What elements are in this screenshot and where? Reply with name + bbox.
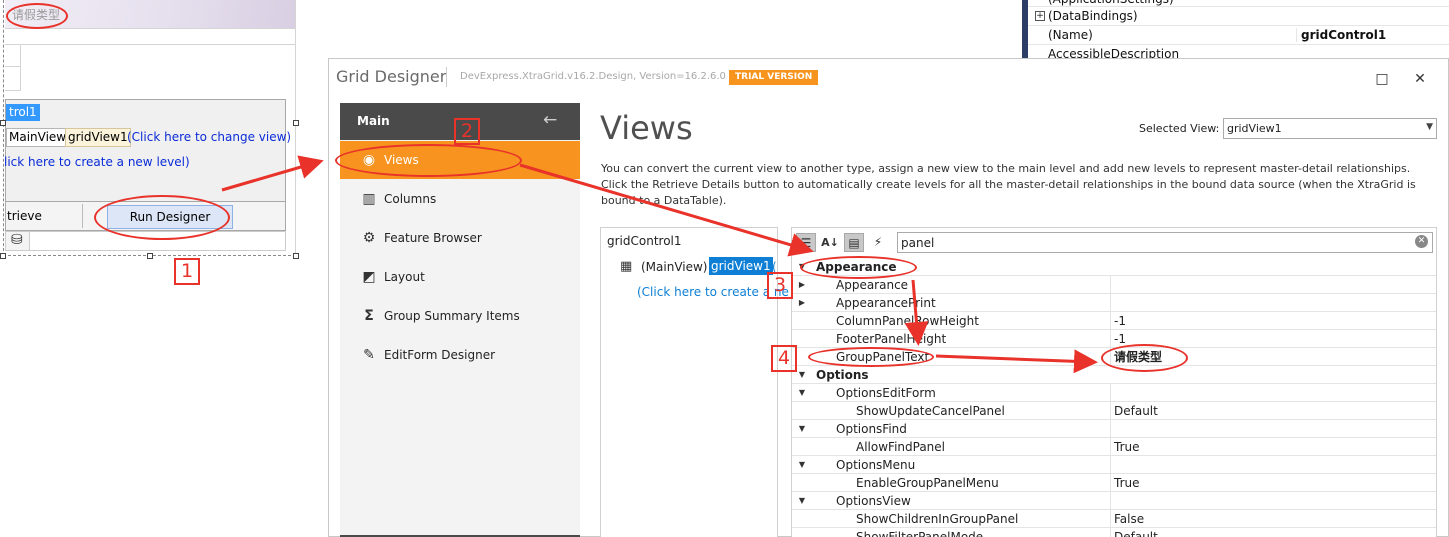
arrow-to-value xyxy=(935,349,1098,374)
annotation-arrows xyxy=(221,155,1098,374)
arrow-to-views xyxy=(221,155,324,192)
arrow-to-grouppaneltext xyxy=(904,279,929,346)
arrow-to-appearance xyxy=(519,163,814,257)
